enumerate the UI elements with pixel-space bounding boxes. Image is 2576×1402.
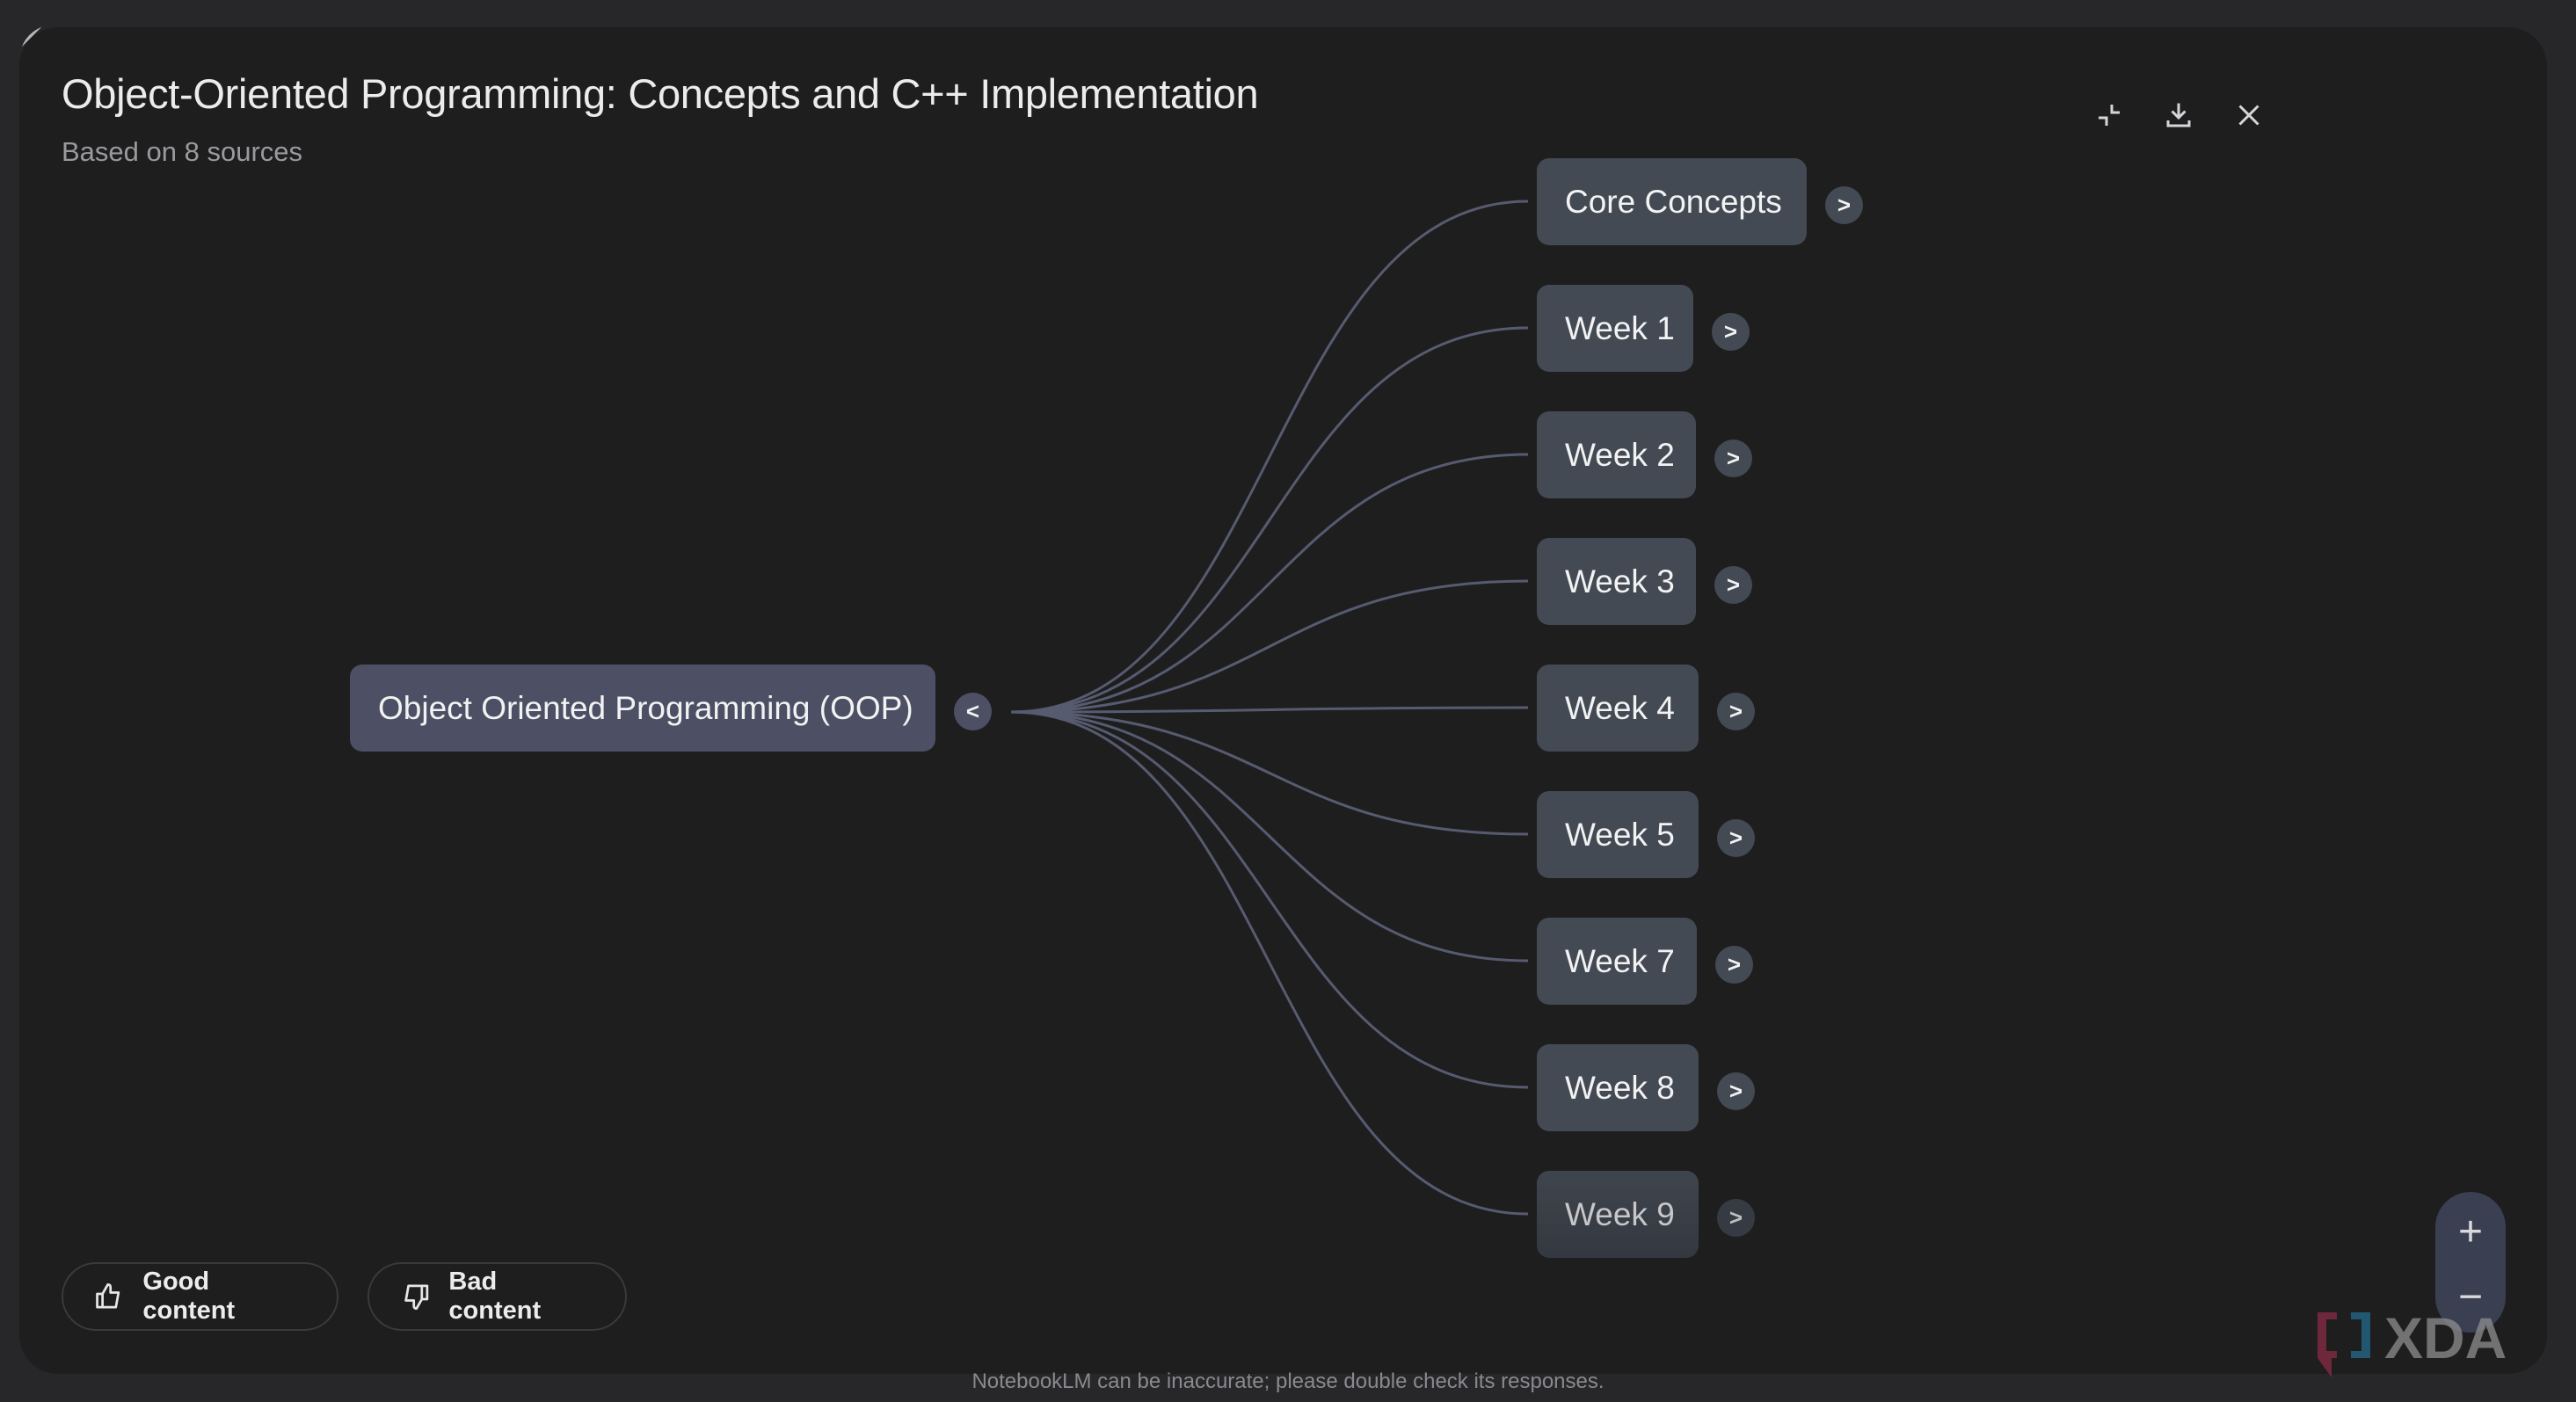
thumbs-up-icon	[96, 1282, 120, 1309]
expand-node-toggle[interactable]: >	[1714, 439, 1752, 477]
expand-node-toggle[interactable]: >	[1712, 313, 1750, 351]
zoom-in-button[interactable]: +	[2435, 1201, 2506, 1262]
bad-content-button[interactable]: Bad content	[367, 1262, 627, 1331]
good-content-label: Good content	[142, 1268, 236, 1325]
thumbs-down-icon	[404, 1284, 429, 1311]
page-title: Object-Oriented Programming: Concepts an…	[62, 70, 1259, 117]
collapse-root-toggle[interactable]: <	[954, 693, 992, 730]
good-content-button[interactable]: Good content	[62, 1262, 338, 1331]
download-button[interactable]	[2152, 89, 2205, 142]
bad-content-label: Bad content	[448, 1268, 542, 1325]
mindmap-link	[1010, 710, 1529, 963]
download-icon	[2166, 103, 2191, 127]
expand-node-toggle[interactable]: >	[1717, 693, 1755, 730]
mindmap-child-node[interactable]: Week 1	[1537, 285, 1693, 372]
mindmap-link	[1010, 326, 1529, 714]
collapse-button[interactable]	[2083, 89, 2136, 142]
mindmap-child-node[interactable]: Core Concepts	[1537, 158, 1807, 245]
mindmap-child-node[interactable]: Week 5	[1537, 791, 1699, 878]
expand-node-toggle[interactable]: >	[1715, 946, 1753, 984]
xda-watermark-logo: XDA	[2318, 1305, 2507, 1377]
expand-node-toggle[interactable]: >	[1717, 1199, 1755, 1237]
mindmap-child-node[interactable]: Week 3	[1537, 538, 1696, 625]
xda-watermark-text: XDA	[2384, 1305, 2507, 1370]
close-icon	[2238, 105, 2259, 126]
mindmap-child-node[interactable]: Week 8	[1537, 1044, 1699, 1131]
mindmap-link	[1010, 579, 1529, 714]
mindmap-child-node[interactable]: Week 4	[1537, 665, 1699, 752]
mindmap-root-node[interactable]: Object Oriented Programming (OOP)	[350, 665, 935, 752]
close-button[interactable]	[2223, 89, 2275, 142]
mindmap-link	[1010, 710, 1529, 1216]
mindmap-link	[1010, 710, 1529, 1089]
expand-node-toggle[interactable]: >	[1717, 1072, 1755, 1110]
mindmap-child-node[interactable]: Week 7	[1537, 918, 1697, 1005]
mindmap-child-node[interactable]: Week 9	[1537, 1171, 1699, 1258]
disclaimer: NotebookLM can be inaccurate; please dou…	[971, 1369, 1605, 1393]
expand-node-toggle[interactable]: >	[1717, 819, 1755, 857]
collapse-icon	[2099, 105, 2120, 126]
expand-node-toggle[interactable]: >	[1714, 566, 1752, 604]
mindmap-link	[1010, 200, 1529, 714]
expand-node-toggle[interactable]: >	[1825, 186, 1863, 224]
mindmap-dialog: Object-Oriented Programming: Concepts an…	[19, 27, 2547, 1374]
mindmap-child-node[interactable]: Week 2	[1537, 411, 1696, 498]
sources-count: Based on 8 sources	[62, 136, 303, 167]
mindmap-link	[1010, 453, 1529, 714]
